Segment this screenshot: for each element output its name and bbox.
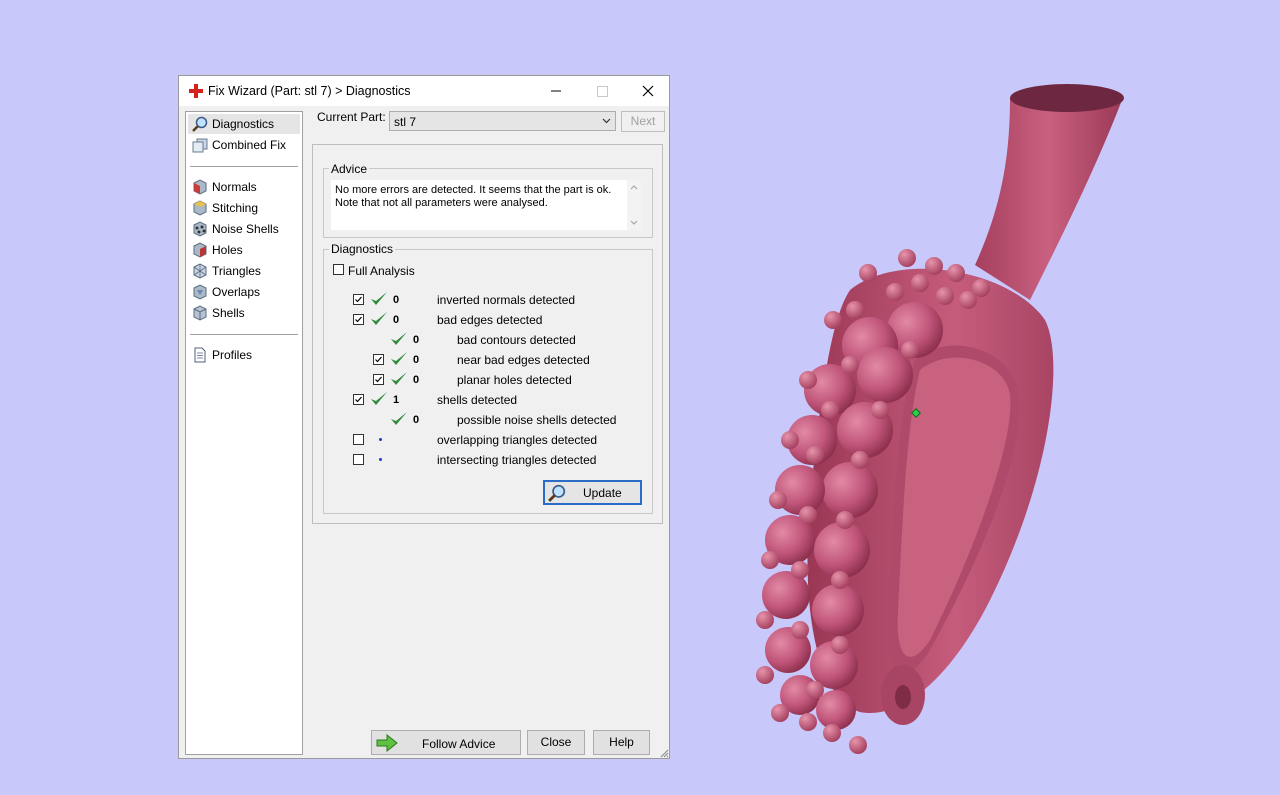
row-checkbox-intersecting-triangles[interactable] — [353, 454, 364, 465]
row-label: near bad edges detected — [457, 353, 590, 367]
green-check-icon — [391, 412, 407, 425]
wizard-nav: Diagnostics Combined Fix Normals Stitchi… — [185, 111, 303, 755]
nav-label: Diagnostics — [212, 117, 275, 131]
title-bar[interactable]: Fix Wizard (Part: stl 7) > Diagnostics — [179, 76, 669, 106]
row-label: inverted normals detected — [437, 293, 576, 307]
advice-scrollbar[interactable] — [627, 180, 641, 230]
nav-label: Noise Shells — [212, 222, 279, 236]
pending-dot-icon — [379, 458, 382, 461]
nav-item-triangles[interactable]: Triangles — [188, 261, 300, 281]
row-label: planar holes detected — [457, 373, 572, 387]
green-check-icon — [391, 332, 407, 345]
minimize-button[interactable] — [533, 76, 579, 106]
green-check-icon — [391, 372, 407, 385]
nav-item-overlaps[interactable]: Overlaps — [188, 282, 300, 302]
nav-label: Stitching — [212, 201, 259, 215]
row-label: shells detected — [437, 393, 518, 407]
row-count: 0 — [393, 314, 400, 326]
cubes-icon — [192, 138, 208, 153]
triangles-icon — [193, 263, 207, 279]
row-label: overlapping triangles detected — [437, 433, 598, 447]
advice-text: No more errors are detected. It seems th… — [331, 180, 641, 230]
red-cross-icon — [189, 84, 203, 98]
green-check-icon — [391, 352, 407, 365]
row-count: 1 — [393, 394, 400, 406]
follow-advice-button[interactable]: Follow Advice — [371, 730, 521, 755]
nav-label: Normals — [212, 180, 257, 194]
cube-stitch-icon — [193, 200, 207, 216]
row-checkbox-shells[interactable] — [353, 394, 364, 405]
scroll-arrows-icon — [630, 185, 638, 225]
full-analysis-checkbox[interactable] — [333, 264, 344, 275]
nav-item-stitching[interactable]: Stitching — [188, 198, 300, 218]
magnifier-icon — [548, 484, 566, 502]
pending-dot-icon — [379, 438, 382, 441]
cube-holes-icon — [193, 242, 207, 258]
advice-line: Note that not all parameters were analys… — [335, 197, 548, 209]
row-checkbox-inverted-normals[interactable] — [353, 294, 364, 305]
nav-label: Overlaps — [212, 285, 261, 299]
current-part-select[interactable]: stl 7 — [389, 111, 616, 131]
current-part-label: Current Part: — [317, 110, 386, 124]
row-label: bad edges detected — [437, 313, 543, 327]
current-part-value: stl 7 — [394, 115, 417, 129]
cube-red-icon — [193, 179, 207, 195]
nav-item-noise-shells[interactable]: Noise Shells — [188, 219, 300, 239]
magnifier-icon — [192, 116, 208, 132]
overlaps-icon — [193, 284, 207, 300]
nav-label: Holes — [212, 243, 243, 257]
update-button[interactable]: Update — [543, 480, 642, 505]
shells-icon — [193, 305, 207, 321]
nav-label: Profiles — [212, 348, 253, 362]
nav-label: Triangles — [212, 264, 261, 278]
help-button[interactable]: Help — [593, 730, 650, 755]
noise-shells-icon — [193, 221, 207, 237]
row-count: 0 — [413, 414, 420, 426]
follow-advice-label: Follow Advice — [422, 737, 496, 751]
nav-item-holes[interactable]: Holes — [188, 240, 300, 260]
row-checkbox-bad-edges[interactable] — [353, 314, 364, 325]
maximize-icon — [597, 86, 608, 97]
minimize-icon — [551, 90, 561, 92]
green-check-icon — [371, 312, 387, 325]
nav-item-shells[interactable]: Shells — [188, 303, 300, 323]
full-analysis-label: Full Analysis — [348, 264, 415, 278]
diagnostics-legend: Diagnostics — [329, 242, 396, 256]
nav-label: Shells — [212, 306, 245, 320]
nav-divider — [190, 334, 298, 335]
row-checkbox-near-bad-edges[interactable] — [373, 354, 384, 365]
resize-grip-icon[interactable] — [659, 748, 669, 758]
fix-wizard-dialog: Fix Wizard (Part: stl 7) > Diagnostics D… — [178, 75, 670, 759]
nav-item-normals[interactable]: Normals — [188, 177, 300, 197]
row-label: bad contours detected — [457, 333, 576, 347]
green-arrow-icon — [376, 734, 398, 752]
close-window-button[interactable] — [625, 76, 671, 106]
advice-line: No more errors are detected. It seems th… — [335, 184, 612, 196]
close-icon — [642, 85, 654, 97]
advice-legend: Advice — [329, 162, 370, 176]
row-count: 0 — [413, 354, 420, 366]
close-button[interactable]: Close — [527, 730, 585, 755]
nav-label: Combined Fix — [212, 138, 287, 152]
update-label: Update — [583, 486, 622, 500]
nav-item-diagnostics[interactable]: Diagnostics — [188, 114, 300, 134]
nav-divider — [190, 166, 298, 167]
chevron-down-icon — [602, 118, 611, 124]
row-checkbox-planar-holes[interactable] — [373, 374, 384, 385]
green-check-icon — [371, 392, 387, 405]
next-button[interactable]: Next — [621, 111, 665, 132]
row-count: 0 — [393, 294, 400, 306]
green-check-icon — [371, 292, 387, 305]
maximize-button — [579, 76, 625, 106]
nav-item-profiles[interactable]: Profiles — [188, 345, 300, 365]
nav-item-combined-fix[interactable]: Combined Fix — [188, 135, 300, 155]
document-icon — [194, 347, 206, 363]
window-title: Fix Wizard (Part: stl 7) > Diagnostics — [208, 84, 411, 98]
row-checkbox-overlapping-triangles[interactable] — [353, 434, 364, 445]
row-label: intersecting triangles detected — [437, 453, 597, 467]
row-label: possible noise shells detected — [457, 413, 617, 427]
row-count: 0 — [413, 374, 420, 386]
row-count: 0 — [413, 334, 420, 346]
